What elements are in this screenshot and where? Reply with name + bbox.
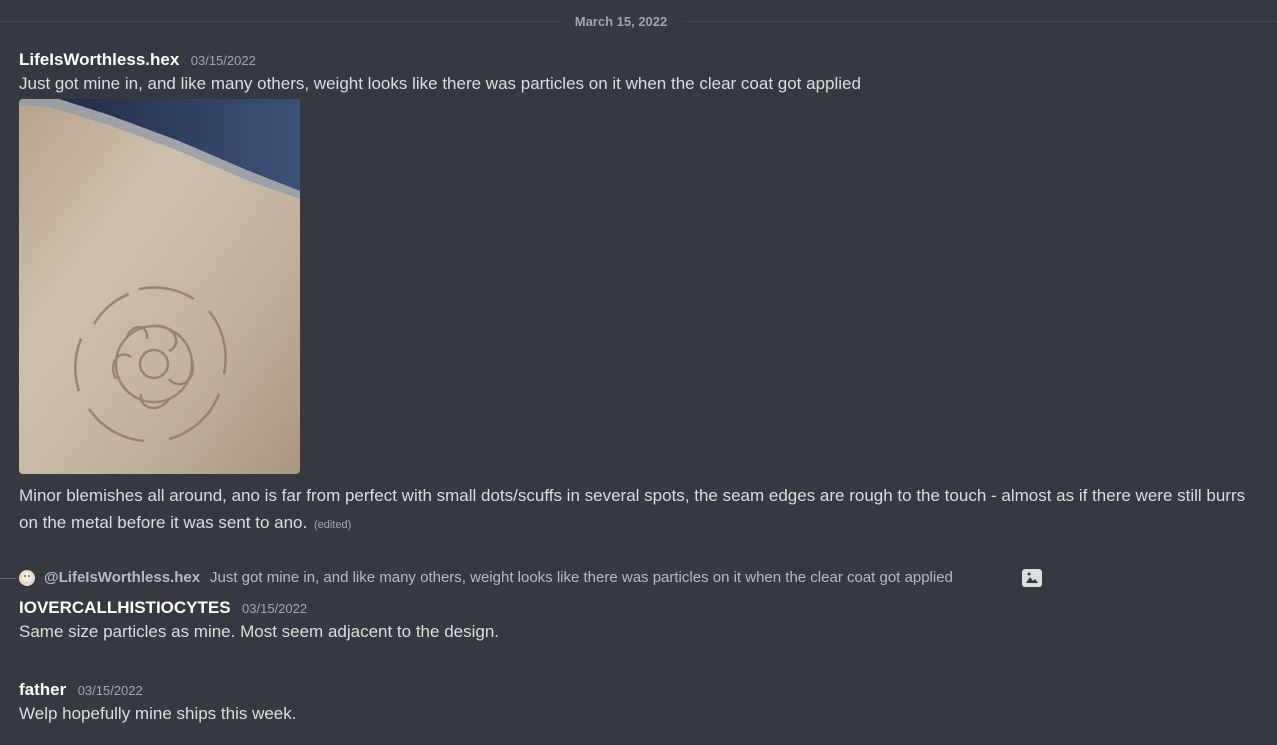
reply-spine [0,578,16,579]
image-icon [1022,569,1042,587]
message-header: father 03/15/2022 [19,680,297,700]
username[interactable]: LifeIsWorthless.hex [19,50,179,69]
message-header: IOVERCALLHISTIOCYTES 03/15/2022 [19,598,499,618]
reply-preview-text[interactable]: Just got mine in, and like many others, … [210,568,953,588]
timestamp: 03/15/2022 [242,601,308,616]
message-2: IOVERCALLHISTIOCYTES 03/15/2022 Same siz… [19,598,499,645]
timestamp: 03/15/2022 [77,683,143,698]
message-header: LifeIsWorthless.hex 03/15/2022 [19,50,1259,70]
reply-mention[interactable]: @LifeIsWorthless.hex [44,568,200,588]
message-text: Welp hopefully mine ships this week. [19,704,297,723]
chat-log: March 15, 2022 LifeIsWorthless.hex 03/15… [0,0,1277,745]
message-1: LifeIsWorthless.hex 03/15/2022 Just got … [19,50,1259,539]
image-attachment[interactable] [19,99,300,474]
edited-label: (edited) [313,519,352,531]
username[interactable]: IOVERCALLHISTIOCYTES [19,598,231,617]
reply-reference[interactable]: @LifeIsWorthless.hex Just got mine in, a… [0,568,1277,588]
message-text: Same size particles as mine. Most seem a… [19,622,500,641]
message-followup-body: Minor blemishes all around, ano is far f… [19,486,1246,532]
message-text: Just got mine in, and like many others, … [19,74,861,93]
message-3: father 03/15/2022 Welp hopefully mine sh… [19,680,297,727]
username[interactable]: father [19,680,66,699]
message-followup-text: Minor blemishes all around, ano is far f… [19,482,1259,539]
timestamp: 03/15/2022 [190,53,256,68]
date-divider-label: March 15, 2022 [560,12,682,32]
reply-avatar[interactable] [19,570,35,586]
